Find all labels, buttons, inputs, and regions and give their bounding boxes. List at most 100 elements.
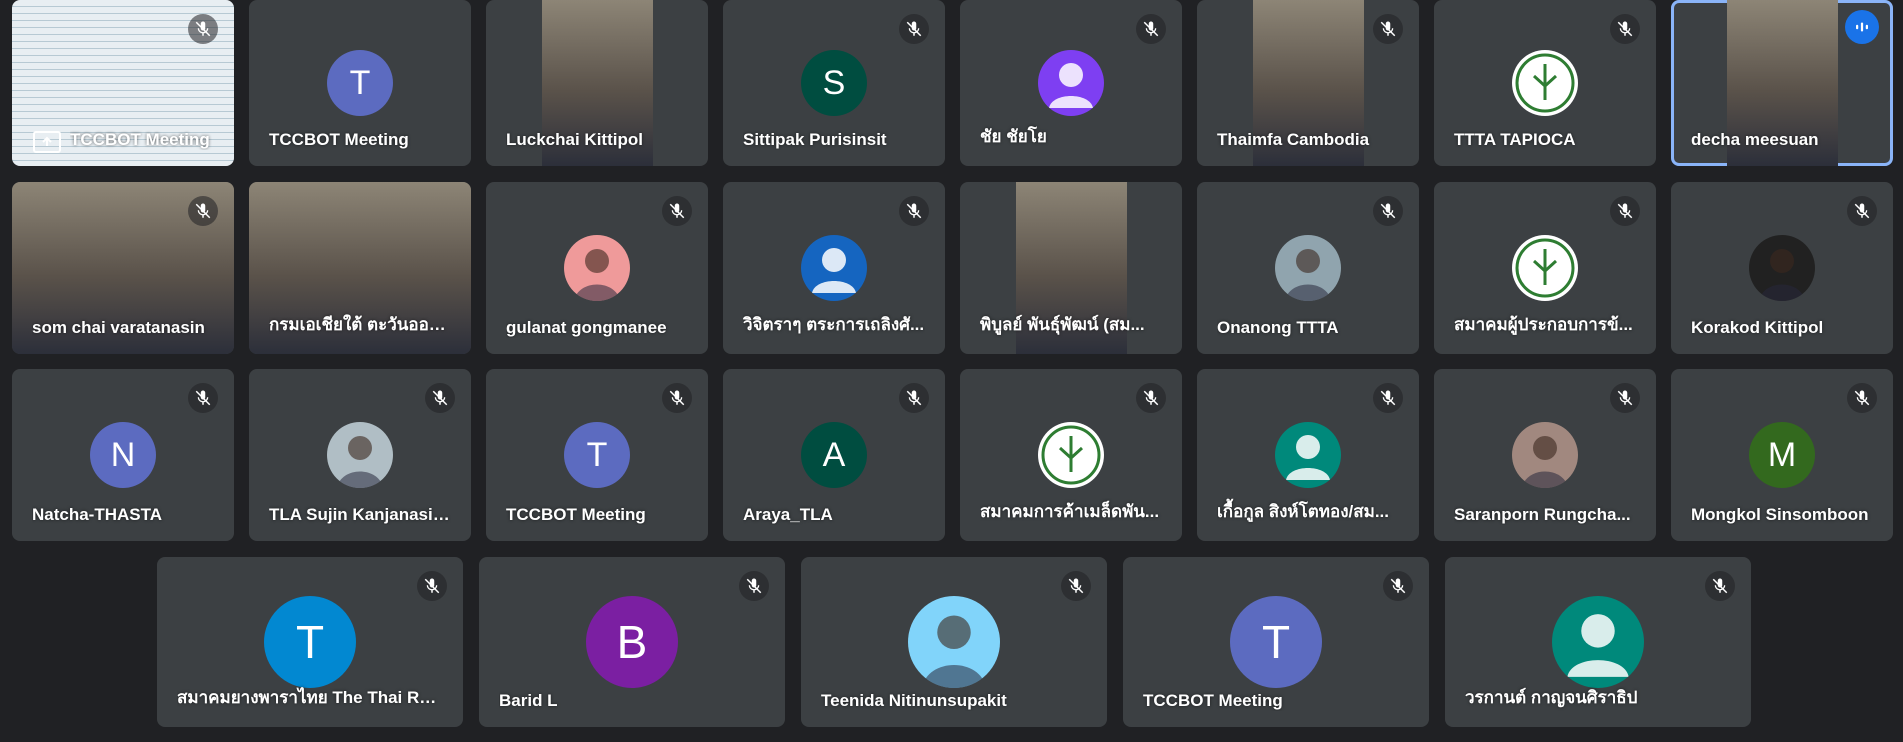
mic-off-icon [1847, 383, 1877, 413]
participant-tile[interactable]: Thaimfa Cambodia [1197, 0, 1419, 166]
mic-off-icon [1610, 196, 1640, 226]
participant-name: Barid L [499, 691, 558, 710]
participant-tile[interactable]: ชัย ชัยโย [960, 0, 1182, 166]
mic-off-icon [1610, 14, 1640, 44]
letter-avatar: T [564, 422, 630, 488]
participant-name: ชัย ชัยโย [980, 127, 1047, 146]
default-person-avatar [1552, 596, 1644, 688]
organization-logo-avatar [1038, 422, 1104, 488]
participant-tile[interactable]: TLA Sujin Kanjanasir... [249, 369, 471, 541]
participant-tile[interactable]: S Sittipak Purisinsit [723, 0, 945, 166]
default-person-avatar [1275, 422, 1341, 488]
profile-photo-avatar [1512, 422, 1578, 488]
participant-name: Luckchai Kittipol [506, 130, 643, 149]
participant-tile[interactable]: กรมเอเชียใต้ ตะวันออก... [249, 182, 471, 354]
mic-off-icon [899, 196, 929, 226]
mic-off-icon [188, 196, 218, 226]
letter-avatar: B [586, 596, 678, 688]
mic-off-icon [1610, 383, 1640, 413]
letter-avatar: T [264, 596, 356, 688]
participant-tile[interactable]: T สมาคมยางพาราไทย The Thai Ru... [157, 557, 463, 727]
letter-avatar: A [801, 422, 867, 488]
participant-tile[interactable]: T TCCBOT Meeting [1123, 557, 1429, 727]
participant-name: สมาคมยางพาราไทย The Thai Ru... [177, 688, 443, 707]
participant-tile[interactable]: วรกานต์ กาญจนศิราธิป [1445, 557, 1751, 727]
participant-name: TTTA TAPIOCA [1454, 130, 1576, 149]
participant-name: Thaimfa Cambodia [1217, 130, 1370, 149]
mic-off-icon [662, 383, 692, 413]
participant-tile[interactable]: Korakod Kittipol [1671, 182, 1893, 354]
mic-off-icon [1383, 571, 1413, 601]
participant-tile[interactable]: Teenida Nitinunsupakit [801, 557, 1107, 727]
participant-tile[interactable]: วิจิตราๆ ตระการเถลิงศั... [723, 182, 945, 354]
letter-avatar: S [801, 50, 867, 116]
mic-off-icon [899, 14, 929, 44]
participant-tile[interactable]: B Barid L [479, 557, 785, 727]
participant-name: Araya_TLA [743, 505, 833, 524]
profile-photo-avatar [1749, 235, 1815, 301]
default-person-avatar [801, 235, 867, 301]
participant-tile[interactable]: decha meesuan [1671, 0, 1893, 166]
mic-off-icon [1373, 383, 1403, 413]
participant-tile[interactable]: N Natcha-THASTA [12, 369, 234, 541]
participant-name: TCCBOT Meeting [70, 130, 210, 149]
participant-tile[interactable]: A Araya_TLA [723, 369, 945, 541]
speaking-indicator-icon [1845, 10, 1879, 44]
participant-name: TLA Sujin Kanjanasir... [269, 505, 451, 524]
mic-off-icon [1373, 196, 1403, 226]
mic-off-icon [739, 571, 769, 601]
participant-name: Natcha-THASTA [32, 505, 163, 524]
participant-tile[interactable]: som chai varatanasin [12, 182, 234, 354]
letter-avatar: T [327, 50, 393, 116]
participant-tile[interactable]: สมาคมผู้ประกอบการข้... [1434, 182, 1656, 354]
mic-off-icon [1705, 571, 1735, 601]
participant-tile[interactable]: TCCBOT Meeting [12, 0, 234, 166]
mic-off-icon [1847, 196, 1877, 226]
participant-name: Mongkol Sinsomboon [1691, 505, 1869, 524]
mic-off-icon [188, 383, 218, 413]
participant-name: TCCBOT Meeting [506, 505, 646, 524]
mic-off-icon [899, 383, 929, 413]
participant-tile[interactable]: เกื้อกูล สิงห์โตทอง/สม... [1197, 369, 1419, 541]
mic-off-icon [662, 196, 692, 226]
mic-off-icon [188, 14, 218, 44]
participant-name: สมาคมการค้าเมล็ดพัน... [980, 502, 1160, 521]
mic-off-icon [1061, 571, 1091, 601]
participant-name: TCCBOT Meeting [269, 130, 409, 149]
participant-tile[interactable]: T TCCBOT Meeting [486, 369, 708, 541]
participant-name: TCCBOT Meeting [1143, 691, 1283, 710]
mic-off-icon [425, 383, 455, 413]
participant-name: Sittipak Purisinsit [743, 130, 887, 149]
participant-tile[interactable]: M Mongkol Sinsomboon [1671, 369, 1893, 541]
participant-tile[interactable]: Saranporn Rungcha... [1434, 369, 1656, 541]
default-person-avatar [1038, 50, 1104, 116]
participant-name: วิจิตราๆ ตระการเถลิงศั... [743, 315, 925, 334]
participant-name: พิบูลย์ พันธ์ุพัฒน์ (สม... [980, 315, 1145, 334]
participant-name: Saranporn Rungcha... [1454, 505, 1631, 524]
participant-tile[interactable]: สมาคมการค้าเมล็ดพัน... [960, 369, 1182, 541]
participant-name: Teenida Nitinunsupakit [821, 691, 1007, 710]
mic-off-icon [1136, 14, 1166, 44]
participant-tile[interactable]: TTTA TAPIOCA [1434, 0, 1656, 166]
participant-name: som chai varatanasin [32, 318, 205, 337]
present-screen-icon [32, 130, 62, 154]
participant-name: gulanat gongmanee [506, 318, 667, 337]
participant-name: สมาคมผู้ประกอบการข้... [1454, 315, 1633, 334]
participant-name: Onanong TTTA [1217, 318, 1339, 337]
participant-name: Korakod Kittipol [1691, 318, 1824, 337]
participant-name: decha meesuan [1691, 130, 1819, 149]
profile-photo-avatar [327, 422, 393, 488]
mic-off-icon [1373, 14, 1403, 44]
organization-logo-avatar [1512, 235, 1578, 301]
participant-tile[interactable]: พิบูลย์ พันธ์ุพัฒน์ (สม... [960, 182, 1182, 354]
profile-photo-avatar [908, 596, 1000, 688]
participant-tile[interactable]: Onanong TTTA [1197, 182, 1419, 354]
participant-tile[interactable]: T TCCBOT Meeting [249, 0, 471, 166]
profile-photo-avatar [564, 235, 630, 301]
participant-name: เกื้อกูล สิงห์โตทอง/สม... [1217, 502, 1389, 521]
participant-name: วรกานต์ กาญจนศิราธิป [1465, 688, 1638, 707]
participant-tile[interactable]: gulanat gongmanee [486, 182, 708, 354]
participant-tile[interactable]: Luckchai Kittipol [486, 0, 708, 166]
participant-name: กรมเอเชียใต้ ตะวันออก... [269, 315, 451, 334]
mic-off-icon [1136, 383, 1166, 413]
